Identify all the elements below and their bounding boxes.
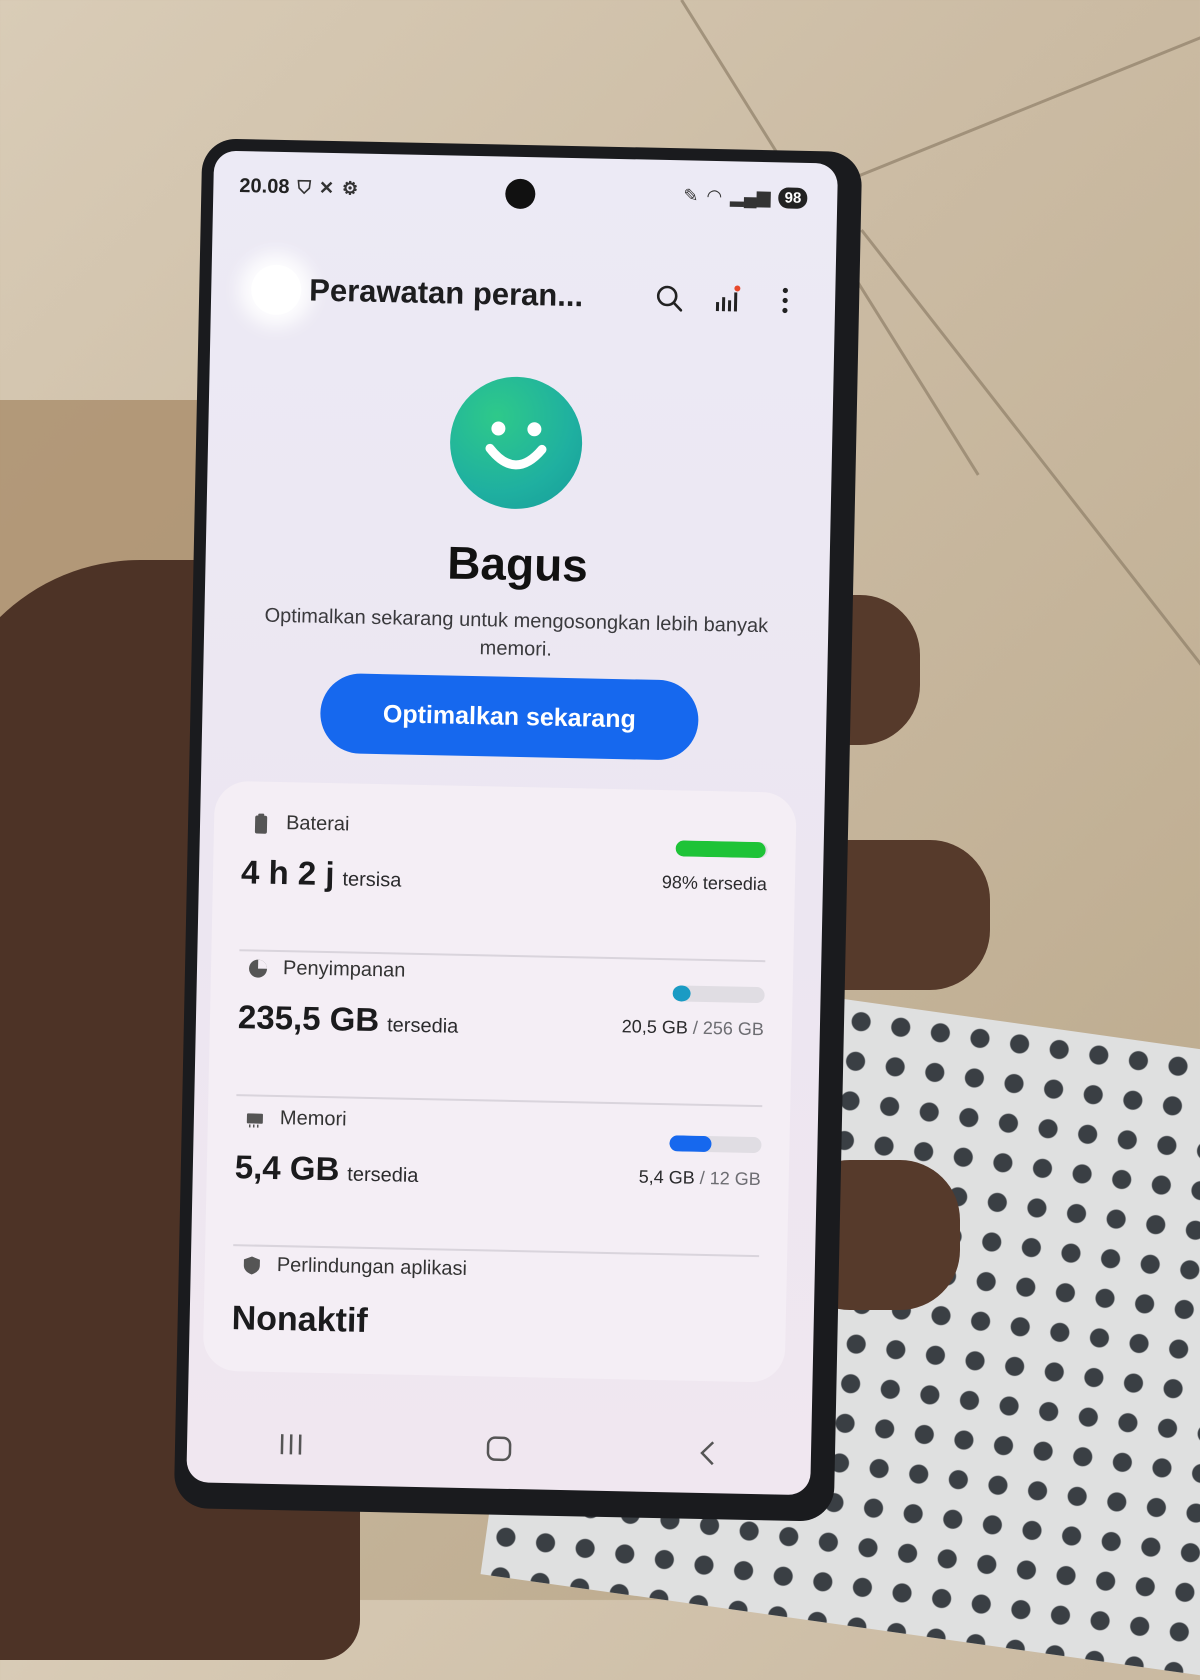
storage-usage: 20,5 GB / 256 GB <box>622 1016 765 1040</box>
status-label: Bagus <box>205 530 830 597</box>
storage-pie-icon <box>247 957 269 979</box>
pen-icon: ✎ <box>683 185 699 206</box>
search-icon <box>654 283 685 314</box>
navigation-bar <box>186 1402 812 1495</box>
storage-row[interactable]: Penyimpanan 235,5 GB tersedia 20,5 GB / … <box>236 956 765 1107</box>
battery-time-remaining: 4 h 2 j <box>241 853 335 893</box>
smiley-face-icon <box>449 376 584 511</box>
shield-icon: ⛉ <box>297 177 311 198</box>
storage-used: 20,5 GB <box>622 1016 688 1037</box>
memory-progress-fill <box>669 1135 711 1152</box>
storage-header: Penyimpanan <box>247 956 406 982</box>
battery-unit: tersisa <box>342 868 401 892</box>
storage-total: / 256 GB <box>693 1018 764 1039</box>
battery-value: 4 h 2 j tersisa <box>241 853 402 894</box>
tools-icon: ✕ <box>319 177 335 198</box>
device-care-card: Baterai 4 h 2 j tersisa 98% tersedia <box>203 781 797 1383</box>
storage-progress-fill <box>672 985 690 1001</box>
app-bar: Perawatan peran... <box>251 259 812 331</box>
phone: 20.08 ⛉ ✕ ⚙ ✎ ◠ ▂▄▆ 98 Perawatan peran..… <box>174 138 863 1522</box>
gear-icon: ⚙ <box>342 178 359 199</box>
wifi-icon: ◠ <box>706 185 722 206</box>
storage-available-amount: 235,5 GB <box>238 998 380 1039</box>
memory-header: Memori <box>244 1106 347 1131</box>
chevron-left-icon <box>697 1438 718 1468</box>
app-protection-row[interactable]: Perlindungan aplikasi Nonaktif <box>230 1253 759 1404</box>
storage-progress-bar <box>672 985 764 1003</box>
bar-chart-icon <box>712 284 743 315</box>
battery-icon <box>250 812 272 834</box>
storage-unit: tersedia <box>387 1014 459 1038</box>
memory-label: Memori <box>280 1107 347 1131</box>
storage-label: Penyimpanan <box>283 957 406 983</box>
memory-row[interactable]: Memori 5,4 GB tersedia 5,4 GB / 12 GB <box>233 1106 762 1257</box>
shield-icon <box>241 1254 263 1276</box>
app-protection-label: Perlindungan aplikasi <box>277 1254 468 1281</box>
battery-header: Baterai <box>250 811 350 836</box>
battery-row[interactable]: Baterai 4 h 2 j tersisa 98% tersedia <box>239 811 768 962</box>
app-protection-status: Nonaktif <box>231 1299 368 1341</box>
more-options-button[interactable] <box>759 274 812 327</box>
back-button[interactable] <box>251 264 302 315</box>
optimize-now-button[interactable]: Optimalkan sekarang <box>320 673 700 761</box>
stats-button[interactable] <box>701 273 754 326</box>
memory-value: 5,4 GB tersedia <box>234 1148 418 1190</box>
smiley-icon <box>449 376 584 511</box>
battery-level-badge: 98 <box>778 187 807 209</box>
battery-label: Baterai <box>286 812 350 836</box>
memory-used: 5,4 GB <box>638 1167 694 1188</box>
divider <box>236 1094 762 1107</box>
page-title: Perawatan peran... <box>309 273 638 316</box>
search-button[interactable] <box>643 272 696 325</box>
recent-apps-button[interactable] <box>261 1419 322 1470</box>
memory-chip-icon <box>244 1107 266 1129</box>
memory-progress-bar <box>669 1135 761 1153</box>
status-right: ✎ ◠ ▂▄▆ 98 <box>683 185 807 209</box>
status-left: 20.08 ⛉ ✕ ⚙ <box>239 175 358 200</box>
battery-available: 98% tersedia <box>662 872 767 895</box>
status-bar: 20.08 ⛉ ✕ ⚙ ✎ ◠ ▂▄▆ 98 <box>239 171 808 213</box>
battery-progress-bar <box>675 840 767 858</box>
more-vertical-icon <box>780 285 791 315</box>
home-button[interactable] <box>469 1423 530 1474</box>
home-icon <box>484 1433 515 1464</box>
back-nav-button[interactable] <box>676 1427 737 1478</box>
status-time: 20.08 <box>239 175 290 199</box>
memory-unit: tersedia <box>347 1164 419 1188</box>
memory-usage: 5,4 GB / 12 GB <box>638 1167 760 1191</box>
battery-progress-fill <box>675 840 765 858</box>
app-protection-header: Perlindungan aplikasi <box>241 1253 468 1281</box>
recent-apps-icon <box>276 1431 307 1458</box>
signal-icon: ▂▄▆ <box>730 186 771 208</box>
memory-available-amount: 5,4 GB <box>234 1148 339 1188</box>
floor-tile-line <box>819 33 1200 193</box>
storage-value: 235,5 GB tersedia <box>238 998 459 1041</box>
phone-screen: 20.08 ⛉ ✕ ⚙ ✎ ◠ ▂▄▆ 98 Perawatan peran..… <box>186 150 838 1495</box>
status-description: Optimalkan sekarang untuk mengosongkan l… <box>264 602 769 669</box>
memory-total: / 12 GB <box>700 1168 761 1189</box>
